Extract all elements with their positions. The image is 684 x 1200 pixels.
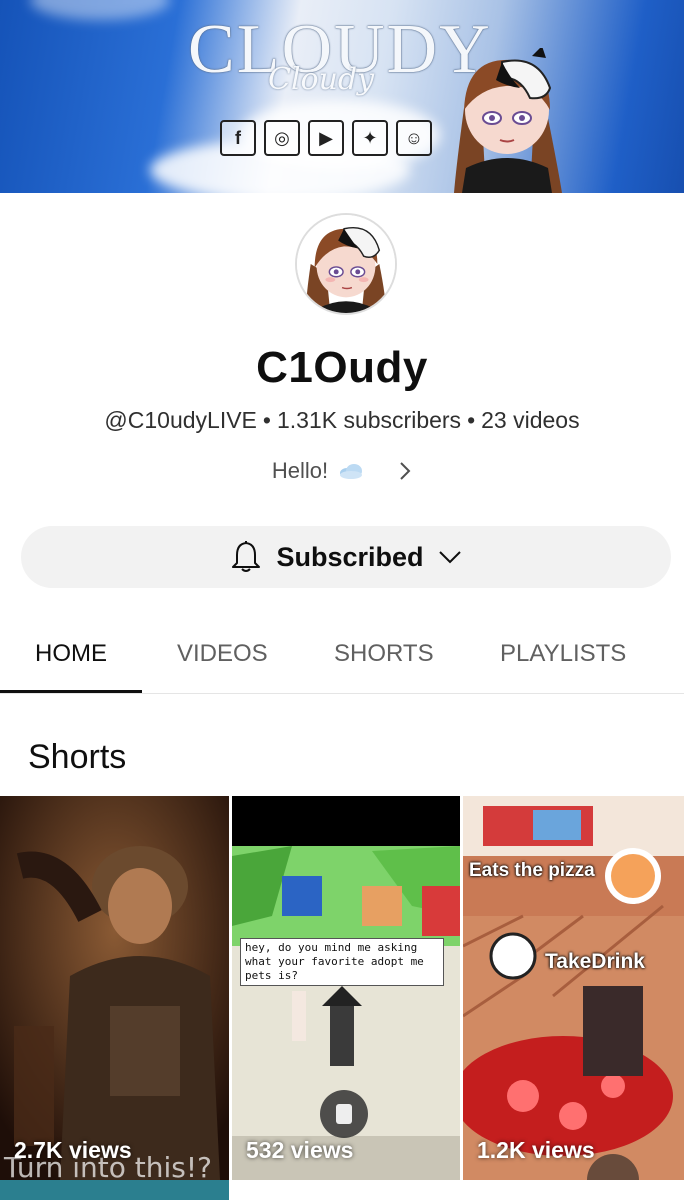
next-thumbnail-peek (0, 1180, 229, 1200)
youtube-icon: ▶ (308, 120, 344, 156)
banner-social-row: f ◎ ▶ ✦ ☺ (220, 120, 432, 156)
channel-name: C1Oudy (256, 343, 428, 392)
short-views-3: 1.2K views (477, 1137, 595, 1163)
short-image-1 (0, 796, 229, 1180)
bell-icon (232, 541, 261, 572)
separator-dot: • (262, 407, 271, 433)
instagram-icon: ◎ (264, 120, 300, 156)
tab-videos[interactable]: VIDEOS (177, 640, 268, 668)
snapchat-icon: ☺ (396, 120, 432, 156)
channel-avatar[interactable] (295, 213, 397, 315)
separator-dot: • (467, 407, 476, 433)
short-views-2: 532 views (246, 1137, 354, 1163)
channel-banner: CLOUDY Cloudy f ◎ ▶ ✦ ☺ (0, 0, 684, 193)
tab-shorts[interactable]: SHORTS (334, 640, 434, 668)
short-caption-3b: TakeDrink (545, 950, 645, 973)
tab-home[interactable]: HOME (35, 640, 107, 668)
channel-meta: @C10udyLIVE • 1.31K subscribers • 23 videos (0, 407, 684, 434)
short-image-2 (232, 796, 460, 1180)
banner-character (454, 48, 562, 193)
banner-script: Cloudy (268, 62, 375, 97)
active-tab-indicator (0, 690, 142, 693)
chevron-right-icon (400, 462, 411, 480)
section-title-shorts: Shorts (28, 738, 127, 776)
short-caption-3: Eats the pizza (469, 860, 595, 881)
channel-tabs: HOME VIDEOS SHORTS PLAYLISTS (0, 616, 684, 694)
tab-playlists[interactable]: PLAYLISTS (500, 640, 626, 668)
about-text: Hello! (271, 458, 329, 483)
subscriber-count: 1.31K subscribers (276, 407, 462, 433)
short-image-3 (463, 796, 684, 1180)
short-thumbnail-1[interactable]: Turn into this!? 2.7K views (0, 796, 229, 1180)
cloud-icon (340, 464, 363, 479)
banner-cloud (30, 0, 170, 20)
channel-about-link[interactable]: Hello! (0, 458, 684, 484)
twitter-icon: ✦ (352, 120, 388, 156)
subscribed-button[interactable]: Subscribed (21, 526, 671, 588)
short-caption-2: hey, do you mind me asking what your fav… (240, 938, 444, 986)
video-count: 23 videos (481, 407, 580, 433)
avatar-character (297, 215, 395, 313)
chevron-down-icon (438, 551, 461, 564)
short-thumbnail-3[interactable]: Eats the pizza TakeDrink 1.2K views (463, 796, 684, 1180)
subscribed-label: Subscribed (276, 541, 424, 572)
channel-handle[interactable]: @C10udyLIVE (104, 407, 257, 433)
next-row-peek (0, 1180, 684, 1200)
short-views-1: 2.7K views (14, 1137, 132, 1163)
facebook-icon: f (220, 120, 256, 156)
short-thumbnail-2[interactable]: hey, do you mind me asking what your fav… (232, 796, 460, 1180)
